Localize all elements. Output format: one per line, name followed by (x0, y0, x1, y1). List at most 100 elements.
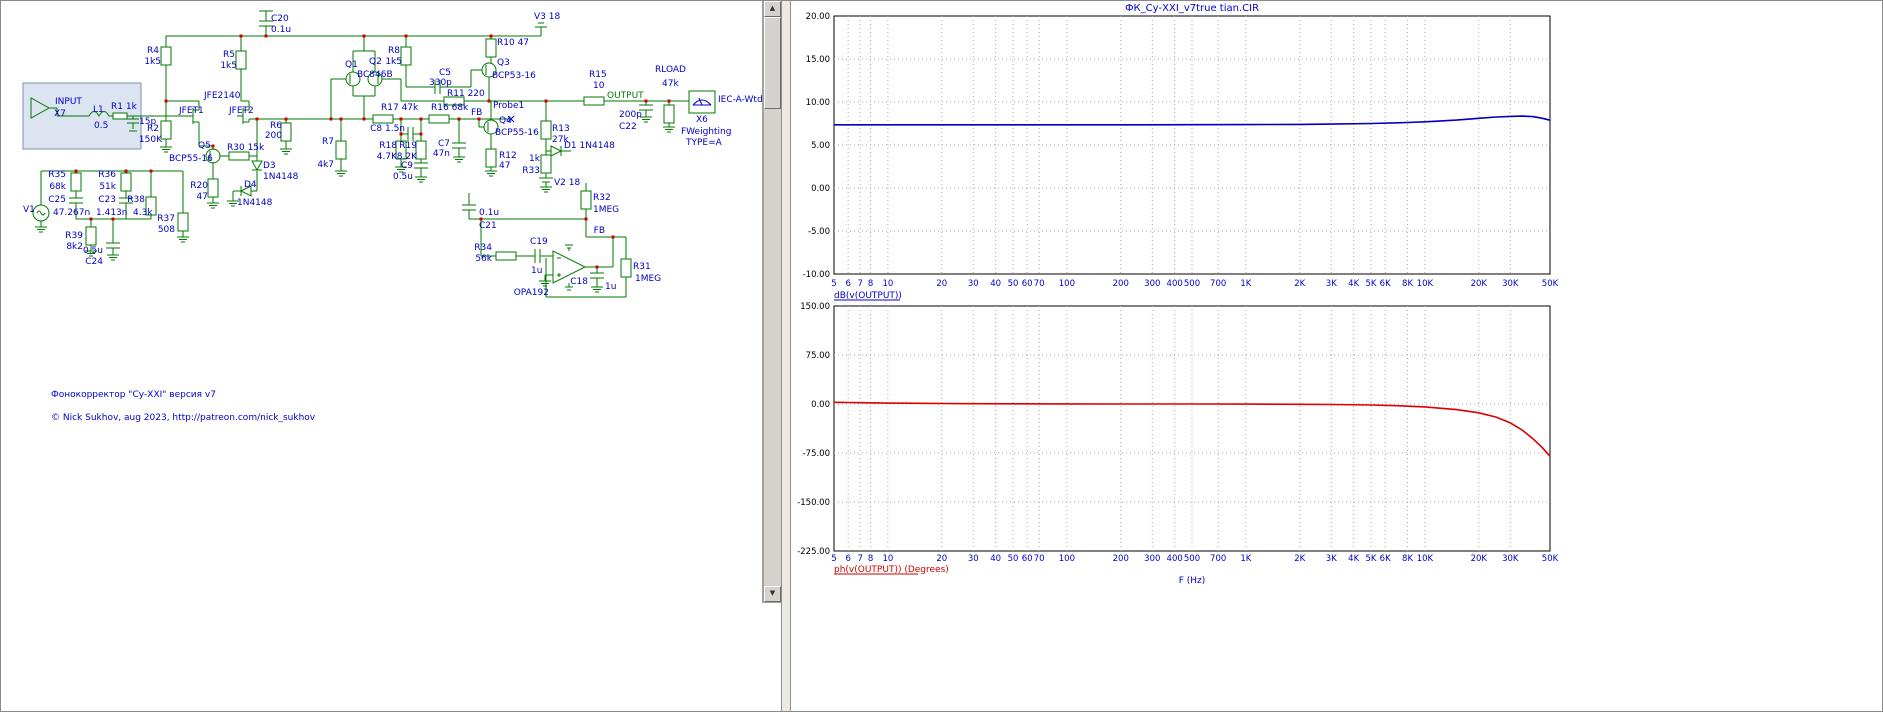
x-tick-label: 50K (1542, 554, 1559, 564)
schematic-label: R15 (589, 70, 607, 80)
x-tick-label: 8 (868, 279, 873, 289)
schematic-label: R20 (190, 181, 208, 191)
x-tick-label: 7 (857, 279, 862, 289)
ground-icon (538, 276, 552, 287)
scroll-up-button[interactable]: ▲ (764, 1, 781, 17)
schematic-label: C9 (401, 161, 413, 171)
schematic-label: R18 (379, 141, 397, 151)
resistor-symbol (70, 172, 82, 192)
ground-icon (452, 152, 466, 163)
junction-dot (489, 34, 493, 38)
junction-dot (74, 169, 78, 173)
x-tick-label: 700 (1210, 554, 1226, 564)
ground-icon (176, 232, 190, 243)
schematic-wires (40, 10, 689, 298)
x-tick-label: 10K (1417, 554, 1434, 564)
ground-icon (590, 282, 604, 293)
x-tick-label: 500 (1184, 554, 1200, 564)
schematic-scrollbar[interactable]: ▲ ▼ (763, 1, 781, 603)
junction-dot (329, 117, 333, 121)
schematic-label: 47.267n (53, 208, 90, 218)
schematic-label: 1N4148 (237, 198, 273, 208)
x-tick-label: 6K (1380, 279, 1391, 289)
x-tick-label: 6K (1380, 554, 1391, 564)
schematic-label: V2 18 (554, 178, 580, 188)
ground-icon (484, 166, 498, 177)
schematic-label: L1 (93, 105, 104, 115)
y-tick-label: 20.00 (806, 12, 830, 22)
schematic-label: R11 220 (447, 89, 485, 99)
schematic-label: 508 (158, 225, 175, 235)
schematic-label: R10 47 (497, 38, 529, 48)
schematic-label: JFET1 (178, 106, 204, 116)
schematic-label: R5 (223, 50, 235, 60)
schematic-label: V1 (23, 205, 35, 215)
schematic-label: C23 (98, 195, 116, 205)
schematic-label: OPA192 (514, 288, 549, 298)
y-tick-label: 15.00 (806, 55, 830, 65)
schematic-label: INPUT (55, 97, 82, 107)
x-tick-label: 40 (990, 554, 1001, 564)
resistor-symbol (120, 172, 132, 192)
x-tick-label: 5K (1366, 279, 1377, 289)
schematic-label: R34 (474, 243, 492, 253)
x-tick-label: 5 (831, 279, 836, 289)
x-tick-label: 70 (1034, 279, 1045, 289)
scrollbar-thumb[interactable] (764, 17, 781, 109)
schematic-label: V3 18 (534, 12, 560, 22)
schematic-label: JFE2140 (203, 91, 241, 101)
schematic-label: R37 (157, 214, 175, 224)
junction-dot (362, 117, 366, 121)
resistor-symbol (620, 258, 632, 278)
resistor-symbol (372, 114, 394, 124)
schematic-label: 200p (619, 110, 642, 120)
schematic-label: R17 47k (381, 103, 419, 113)
junction-dot (667, 99, 671, 103)
x-tick-label: 500 (1184, 279, 1200, 289)
junction-dot (544, 99, 548, 103)
y-tick-label: -5.00 (808, 227, 830, 237)
schematic-label: 68k (49, 182, 66, 192)
schematic-label: R38 (127, 195, 145, 205)
junction-dot (264, 34, 268, 38)
schematic-label: Q5 (198, 141, 211, 151)
x-tick-label: 400 (1167, 554, 1183, 564)
schematic-label: 47k (662, 79, 679, 89)
x-tick-label: 6 (845, 554, 850, 564)
x-axis-label: F (Hz) (1179, 576, 1206, 586)
ground-icon (539, 182, 553, 193)
schematic-label: Фонокорректор "Су-XXI" версия v7 (51, 390, 216, 400)
schematic-label: C8 1.5n (370, 124, 405, 134)
schematic-label: FB (594, 226, 605, 236)
schematic-label: R16 68k (431, 103, 469, 113)
ground-icon (414, 172, 428, 183)
schematic-label: X7 (54, 109, 66, 119)
resistor-symbol (335, 140, 347, 160)
schematic-label: R2 (147, 124, 159, 134)
y-tick-label: 150.00 (800, 302, 830, 312)
scroll-down-button[interactable]: ▼ (764, 586, 781, 602)
schematic-label: R6 (270, 121, 282, 131)
y-tick-label: -75.00 (803, 449, 830, 459)
pane-splitter[interactable] (781, 1, 791, 711)
ground-icon (206, 198, 220, 209)
phase-plot: 5 6 7 8 10 20 30 40 50 60 70 100 200 300 400 500 700 1K 2K… (797, 302, 1558, 586)
x-tick-label: 4K (1348, 554, 1359, 564)
junction-dot (239, 34, 243, 38)
x-tick-label: 4K (1348, 279, 1359, 289)
schematic-canvas[interactable]: C200.1uV3 18R41k5R51k5R81k5R10 47Q1 Q2BC8… (1, 1, 763, 712)
x-tick-label: 400 (1167, 279, 1183, 289)
schematic-label: R39 (65, 231, 83, 241)
schematic-label: D4 (244, 180, 257, 190)
schematic-pane[interactable]: C20 0.1u V3 18 R4 1k5 R5 1k5 R8 1k5 R10 47 Q1 Q2 BC8… (1, 1, 780, 712)
x-tick-label: 10 (882, 554, 893, 564)
x-tick-label: 20K (1471, 279, 1488, 289)
schematic-label: D1 1N4148 (564, 141, 615, 151)
resistor-symbol (177, 212, 189, 232)
schematic-label: C19 (530, 237, 548, 247)
plot-title: ФК_Су-XXI_v7true tian.CIR (1125, 3, 1259, 14)
x-tick-label: 60 (1022, 279, 1033, 289)
schematic-label: R36 (98, 170, 116, 180)
analysis-plots-canvas[interactable]: 5 6 7 8 10 20 30 40 50 60 70 100 200 300 400 500 700 1K 2K… (791, 1, 1883, 712)
schematic-label: R8 (388, 46, 400, 56)
